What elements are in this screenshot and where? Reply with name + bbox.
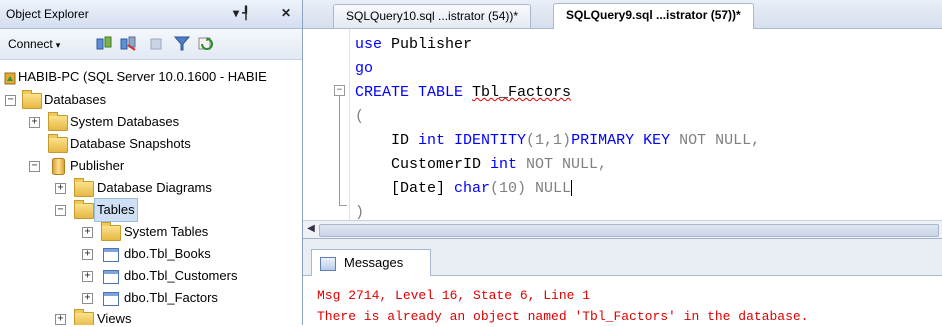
code-line-2: go <box>355 60 374 77</box>
tree-label-tbl-books: dbo.Tbl_Books <box>124 246 211 261</box>
fold-region-end <box>339 205 347 206</box>
folder-icon <box>101 222 121 241</box>
expand-icon[interactable]: + <box>55 183 66 194</box>
object-explorer-toolbar: Connect ▾ <box>0 29 302 60</box>
code-line-7: [Date] char(10) NULL <box>355 180 573 197</box>
folder-icon <box>48 112 68 131</box>
results-pane: Messages Msg 2714, Level 16, State 6, Li… <box>303 238 942 326</box>
text-caret <box>571 180 573 197</box>
code-line-1: use Publisher <box>355 36 473 53</box>
folder-icon <box>22 90 42 109</box>
fold-collapse-icon[interactable]: − <box>334 85 345 96</box>
expand-icon[interactable]: + <box>82 227 93 238</box>
collapse-icon[interactable]: − <box>55 205 66 216</box>
refresh-icon[interactable] <box>198 36 214 51</box>
table-icon <box>103 270 119 284</box>
code-line-6: CustomerID int NOT NULL, <box>355 156 608 173</box>
sql-editor[interactable]: − use Publisher go CREATE TABLE Tbl_Fact… <box>303 29 942 221</box>
editor-gutter <box>303 29 351 220</box>
tree-label-tbl-factors: dbo.Tbl_Factors <box>124 290 218 305</box>
expand-icon[interactable]: + <box>82 249 93 260</box>
tree-label-server: HABIB-PC (SQL Server 10.0.1600 - HABIE <box>18 69 267 84</box>
messages-output[interactable]: Msg 2714, Level 16, State 6, Line 1 Ther… <box>317 285 808 327</box>
disconnect-icon[interactable] <box>120 36 136 51</box>
folder-icon <box>74 178 94 197</box>
table-icon <box>103 248 119 262</box>
database-icon <box>52 158 65 175</box>
filter-icon[interactable] <box>173 36 191 51</box>
tree-label-system-databases: System Databases <box>70 114 180 129</box>
tree-label-database-diagrams: Database Diagrams <box>97 180 212 195</box>
code-area[interactable]: use Publisher go CREATE TABLE Tbl_Factor… <box>355 33 760 225</box>
tree-label-system-tables: System Tables <box>124 224 209 239</box>
folder-icon <box>74 200 94 219</box>
scrollbar-thumb[interactable] <box>319 224 939 237</box>
connect-object-icon[interactable] <box>96 36 112 51</box>
expand-icon[interactable]: + <box>29 117 40 128</box>
object-explorer-title: Object Explorer <box>6 7 89 21</box>
tree-label-databases: Databases <box>44 92 107 107</box>
editor-horizontal-scrollbar[interactable]: ◀ <box>303 220 942 238</box>
tree-label-views: Views <box>97 311 132 325</box>
gutter-margin-line <box>349 29 350 220</box>
tree-label-tables: Tables <box>94 198 138 222</box>
tree-label-tbl-customers: dbo.Tbl_Customers <box>124 268 238 283</box>
folder-icon <box>48 134 68 153</box>
message-line-1: Msg 2714, Level 16, State 6, Line 1 <box>317 288 591 303</box>
code-line-5: ID int IDENTITY(1,1)PRIMARY KEY NOT NULL… <box>355 132 761 149</box>
tab-messages[interactable]: Messages <box>311 249 431 276</box>
object-explorer-titlebar: Object Explorer ▾ ┦ ✕ <box>0 0 302 29</box>
fold-region-line <box>339 96 340 206</box>
collapse-icon[interactable]: − <box>29 161 40 172</box>
tab-sqlquery10[interactable]: SQLQuery10.sql ...istrator (54))* <box>333 4 532 28</box>
connect-button[interactable]: Connect ▾ <box>8 37 60 51</box>
messages-icon <box>320 257 336 271</box>
stop-icon[interactable] <box>148 36 164 51</box>
expand-icon[interactable]: + <box>82 271 93 282</box>
pin-icon[interactable]: ▾ ┦ <box>233 6 250 20</box>
document-tab-strip: SQLQuery10.sql ...istrator (54))* SQLQue… <box>303 0 942 29</box>
tree-label-publisher: Publisher <box>70 158 125 173</box>
object-explorer-panel: Object Explorer ▾ ┦ ✕ Connect ▾ HABIB-PC … <box>0 0 303 325</box>
tab-messages-label: Messages <box>344 255 404 270</box>
tree-label-database-snapshots: Database Snapshots <box>70 136 191 151</box>
results-tab-strip: Messages <box>303 239 942 276</box>
folder-icon <box>74 309 94 325</box>
close-icon[interactable]: ✕ <box>281 6 291 20</box>
code-line-3: CREATE TABLE Tbl_Factors <box>355 84 572 101</box>
connect-label: Connect <box>8 37 53 51</box>
chevron-down-icon: ▾ <box>55 40 61 50</box>
scroll-left-icon[interactable]: ◀ <box>305 223 317 235</box>
expand-icon[interactable]: + <box>55 314 66 325</box>
message-line-2: There is already an object named 'Tbl_Fa… <box>317 309 809 324</box>
server-icon <box>4 70 16 85</box>
tab-sqlquery9[interactable]: SQLQuery9.sql ...istrator (57))* <box>553 3 754 29</box>
expand-icon[interactable]: + <box>82 293 93 304</box>
code-line-4: ( <box>355 108 365 125</box>
collapse-icon[interactable]: − <box>5 95 16 106</box>
table-icon <box>103 292 119 306</box>
